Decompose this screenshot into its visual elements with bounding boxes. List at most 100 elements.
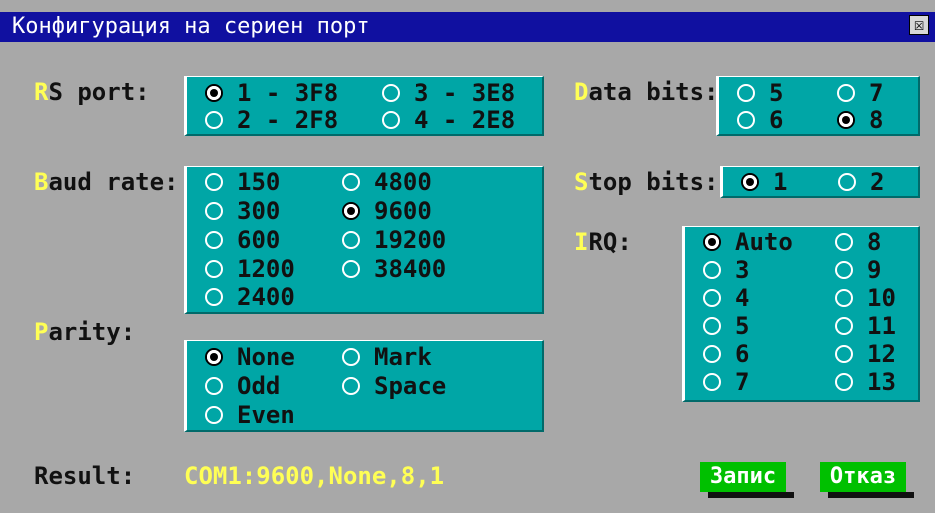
irq-option-4[interactable]: 4: [703, 284, 749, 312]
data-bits-option-7[interactable]: 7: [837, 79, 883, 107]
option-label: 1: [773, 168, 788, 196]
parity-option-none[interactable]: None: [205, 343, 295, 371]
radio-icon: [703, 345, 721, 363]
option-label: 1 - 3F8: [237, 79, 339, 107]
option-label: 7: [735, 368, 750, 396]
baud-option-9600[interactable]: 9600: [342, 197, 432, 225]
data-bits-group: 5 7 6 8: [716, 76, 920, 136]
rs-port-label-text: S port:: [48, 78, 150, 106]
option-label: 7: [869, 79, 884, 107]
option-label: 8: [867, 228, 882, 256]
save-button-label: Запис: [700, 462, 786, 492]
stop-bits-option-1[interactable]: 1: [741, 168, 787, 196]
data-bits-label: Data bits:: [574, 78, 719, 106]
irq-option-8[interactable]: 8: [835, 228, 881, 256]
irq-option-13[interactable]: 13: [835, 368, 896, 396]
radio-icon: [205, 377, 223, 395]
parity-option-space[interactable]: Space: [342, 372, 446, 400]
parity-option-mark[interactable]: Mark: [342, 343, 432, 371]
baud-option-1200[interactable]: 1200: [205, 255, 295, 283]
irq-hotkey: I: [574, 228, 589, 256]
parity-label-text: arity:: [48, 318, 136, 346]
baud-rate-label-text: aud rate:: [48, 168, 179, 196]
radio-icon: [835, 345, 853, 363]
irq-option-7[interactable]: 7: [703, 368, 749, 396]
save-button-shadow: [708, 492, 794, 498]
radio-icon: [205, 202, 223, 220]
stop-bits-option-2[interactable]: 2: [838, 168, 884, 196]
radio-icon: [835, 233, 853, 251]
baud-option-4800[interactable]: 4800: [342, 168, 432, 196]
irq-option-10[interactable]: 10: [835, 284, 896, 312]
option-label: 2 - 2F8: [237, 106, 339, 134]
cancel-button-label: Отказ: [820, 462, 906, 492]
baud-rate-hotkey: B: [34, 168, 49, 196]
baud-option-19200[interactable]: 19200: [342, 226, 446, 254]
option-label: 4: [735, 284, 750, 312]
irq-option-5[interactable]: 5: [703, 312, 749, 340]
irq-label: IRQ:: [574, 228, 632, 256]
option-label: 6: [769, 106, 784, 134]
close-icon[interactable]: ☒: [909, 15, 929, 35]
rs-port-option-4[interactable]: 4 - 2E8: [382, 106, 515, 134]
option-label: 5: [735, 312, 750, 340]
irq-option-6[interactable]: 6: [703, 340, 749, 368]
radio-icon: [835, 317, 853, 335]
radio-icon: [737, 111, 755, 129]
baud-option-38400[interactable]: 38400: [342, 255, 446, 283]
irq-option-9[interactable]: 9: [835, 256, 881, 284]
irq-option-12[interactable]: 12: [835, 340, 896, 368]
cancel-button[interactable]: Отказ: [820, 462, 906, 492]
irq-option-11[interactable]: 11: [835, 312, 896, 340]
option-label: 6: [735, 340, 750, 368]
radio-icon: [741, 173, 759, 191]
option-label: 38400: [374, 255, 447, 283]
stop-bits-hotkey: S: [574, 168, 589, 196]
save-button[interactable]: Запис: [700, 462, 786, 492]
window-title: Конфигурация на сериен порт: [12, 14, 370, 39]
parity-option-even[interactable]: Even: [205, 401, 295, 429]
option-label: None: [237, 343, 295, 371]
radio-icon: [342, 231, 360, 249]
rs-port-option-2[interactable]: 2 - 2F8: [205, 106, 338, 134]
rs-port-option-1[interactable]: 1 - 3F8: [205, 79, 338, 107]
data-bits-option-8[interactable]: 8: [837, 106, 883, 134]
option-label: 150: [237, 168, 281, 196]
rs-port-option-3[interactable]: 3 - 3E8: [382, 79, 515, 107]
rs-port-hotkey: R: [34, 78, 49, 106]
option-label: 10: [867, 284, 896, 312]
radio-icon: [205, 288, 223, 306]
option-label: 1200: [237, 255, 295, 283]
option-label: 2400: [237, 283, 295, 311]
radio-icon: [382, 84, 400, 102]
radio-icon: [838, 173, 856, 191]
radio-icon: [837, 84, 855, 102]
radio-icon: [205, 406, 223, 424]
rs-port-group: 1 - 3F8 3 - 3E8 2 - 2F8 4 - 2E8: [184, 76, 544, 136]
stop-bits-label: Stop bits:: [574, 168, 719, 196]
irq-label-text: RQ:: [588, 228, 632, 256]
irq-option-auto[interactable]: Auto: [703, 228, 793, 256]
radio-icon: [205, 348, 223, 366]
option-label: 11: [867, 312, 896, 340]
irq-group: Auto 8 3 9 4 10 5 11 6 12 7 13: [682, 226, 920, 402]
result-value: COM1:9600,None,8,1: [184, 462, 445, 490]
radio-icon: [205, 173, 223, 191]
radio-icon: [837, 111, 855, 129]
baud-option-600[interactable]: 600: [205, 226, 280, 254]
irq-option-3[interactable]: 3: [703, 256, 749, 284]
option-label: Auto: [735, 228, 793, 256]
parity-option-odd[interactable]: Odd: [205, 372, 280, 400]
data-bits-option-6[interactable]: 6: [737, 106, 783, 134]
option-label: Space: [374, 372, 447, 400]
baud-option-2400[interactable]: 2400: [205, 283, 295, 311]
radio-icon: [835, 261, 853, 279]
radio-icon: [342, 377, 360, 395]
data-bits-hotkey: D: [574, 78, 589, 106]
option-label: Mark: [374, 343, 432, 371]
baud-option-150[interactable]: 150: [205, 168, 280, 196]
baud-option-300[interactable]: 300: [205, 197, 280, 225]
option-label: 12: [867, 340, 896, 368]
data-bits-option-5[interactable]: 5: [737, 79, 783, 107]
option-label: 13: [867, 368, 896, 396]
